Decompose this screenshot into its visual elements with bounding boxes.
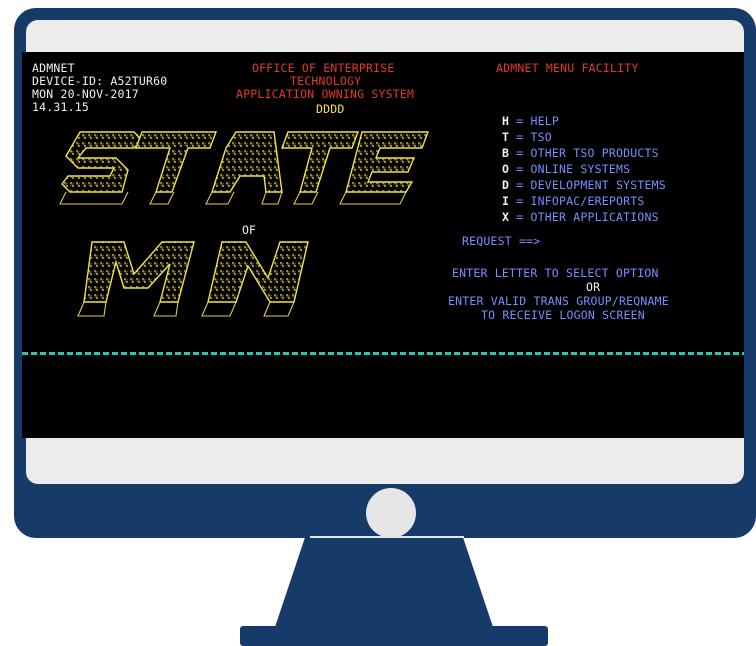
menu-item-infopac-ereports[interactable]: I = INFOPAC/EREPORTS bbox=[502, 190, 666, 208]
instruction-or: OR bbox=[586, 280, 601, 294]
terminal-separator-line bbox=[22, 352, 744, 355]
menu-item-online-systems[interactable]: O = ONLINE SYSTEMS bbox=[502, 158, 666, 176]
main-menu: H = HELP T = TSO B = OTHER TSO PRODUCTS … bbox=[502, 110, 666, 224]
instruction-trans-group: ENTER VALID TRANS GROUP/REQNAME bbox=[448, 294, 669, 308]
menu-item-help[interactable]: H = HELP bbox=[502, 110, 666, 128]
menu-item-other-tso-products[interactable]: B = OTHER TSO PRODUCTS bbox=[502, 142, 666, 160]
menu-facility-title: ADMNET MENU FACILITY bbox=[496, 61, 639, 75]
logo-of-text: OF bbox=[242, 223, 256, 237]
logo-state bbox=[61, 131, 430, 193]
menu-item-tso[interactable]: T = TSO bbox=[502, 126, 666, 144]
power-button[interactable] bbox=[366, 488, 416, 538]
instruction-select-option: ENTER LETTER TO SELECT OPTION bbox=[452, 266, 659, 280]
request-label: REQUEST ==> bbox=[462, 234, 541, 248]
menu-item-other-applications[interactable]: X = OTHER APPLICATIONS bbox=[502, 206, 666, 224]
terminal-screen[interactable]: ADMNET DEVICE-ID: A52TUR60 MON 20-NOV-20… bbox=[22, 52, 744, 438]
monitor-stand-neck bbox=[274, 538, 494, 630]
logo-mn bbox=[83, 241, 309, 303]
state-of-mn-logo: % bbox=[22, 52, 442, 352]
monitor-stand-base bbox=[240, 626, 548, 646]
menu-item-development-systems[interactable]: D = DEVELOPMENT SYSTEMS bbox=[502, 174, 666, 192]
instruction-logon-screen: TO RECEIVE LOGON SCREEN bbox=[481, 308, 645, 322]
